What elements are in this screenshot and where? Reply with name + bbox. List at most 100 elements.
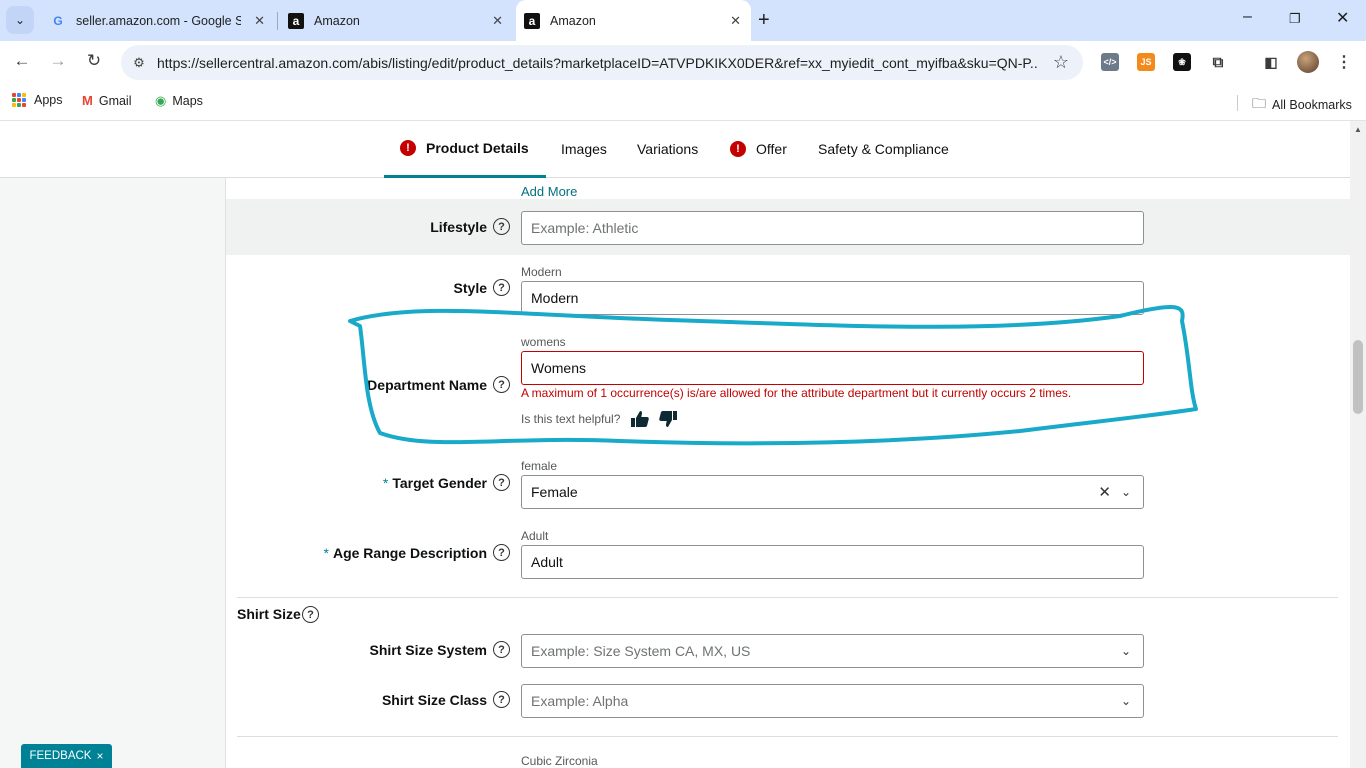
age-range-input[interactable]: Adult [521, 545, 1144, 579]
url-text[interactable]: https://sellercentral.amazon.com/abis/li… [157, 55, 1037, 71]
target-gender-value: Female [531, 484, 578, 500]
shirt-size-class-select[interactable]: Example: Alpha ⌄ [521, 684, 1144, 718]
listing-tabs: ! Product Details Images Variations ! Of… [0, 121, 1350, 178]
chevron-down-icon[interactable]: ⌄ [1121, 485, 1131, 499]
new-tab-button[interactable]: + [758, 8, 770, 32]
tab-label: Product Details [426, 140, 529, 156]
bookmark-apps[interactable]: Apps [12, 93, 63, 107]
tab-safety-compliance[interactable]: Safety & Compliance [818, 121, 949, 177]
tab-images[interactable]: Images [561, 121, 607, 177]
feedback-button[interactable]: FEEDBACK × [21, 744, 112, 768]
target-gender-select[interactable]: Female ✕ ⌄ [521, 475, 1144, 509]
close-window-icon[interactable]: ✕ [1336, 8, 1349, 28]
browser-tab-google[interactable]: G seller.amazon.com - Google Se ✕ [40, 0, 275, 41]
restore-icon[interactable]: ❐ [1289, 11, 1301, 27]
page-scrollbar[interactable]: ▲ [1350, 121, 1366, 768]
bookmark-star-icon[interactable]: ☆ [1053, 52, 1069, 73]
tab-product-details[interactable]: ! Product Details [384, 121, 546, 178]
age-range-hint: Adult [521, 529, 549, 543]
style-input[interactable]: Modern [521, 281, 1144, 315]
reload-icon[interactable]: ↻ [82, 51, 106, 71]
side-panel-icon[interactable]: ◧ [1262, 53, 1280, 71]
tab-variations[interactable]: Variations [637, 121, 698, 177]
help-icon[interactable]: ? [493, 474, 510, 491]
shirt-size-class-label: Shirt Size Class [381, 692, 487, 708]
lifestyle-input[interactable]: Example: Athletic [521, 211, 1144, 245]
department-value: Womens [531, 360, 586, 376]
scrollbar-thumb[interactable] [1353, 340, 1363, 414]
department-hint: womens [521, 335, 566, 349]
thumbs-down-icon[interactable] [658, 410, 678, 428]
helpful-feedback: Is this text helpful? [521, 410, 678, 428]
extensions-puzzle-icon[interactable]: ⧉ [1209, 53, 1227, 71]
close-tab-icon[interactable]: ✕ [730, 13, 741, 29]
help-icon[interactable]: ? [493, 376, 510, 393]
bookmark-label: Apps [34, 93, 63, 107]
listing-edit-page: ! Product Details Images Variations ! Of… [0, 121, 1350, 768]
target-gender-text: Target Gender [392, 475, 487, 491]
thumbs-up-icon[interactable] [630, 410, 650, 428]
scroll-up-icon[interactable]: ▲ [1354, 125, 1362, 134]
help-icon[interactable]: ? [493, 641, 510, 658]
section-divider [237, 736, 1338, 737]
help-icon[interactable]: ? [302, 606, 319, 623]
bookmarks-bar: Apps M Gmail ◉ Maps 🗀 All Bookmarks [0, 85, 1366, 121]
add-more-link[interactable]: Add More [521, 184, 577, 199]
age-range-label: * Age Range Description [324, 545, 487, 561]
department-name-input[interactable]: Womens [521, 351, 1144, 385]
minimize-icon[interactable]: – [1243, 8, 1252, 26]
error-alert-icon: ! [730, 141, 746, 157]
google-icon: G [53, 13, 63, 28]
profile-avatar[interactable] [1297, 51, 1319, 73]
close-tab-icon[interactable]: ✕ [492, 13, 503, 29]
tab-title: Amazon [314, 13, 360, 28]
department-error-message: A maximum of 1 occurrence(s) is/are allo… [521, 386, 1072, 400]
error-alert-icon: ! [400, 140, 416, 156]
required-mark: * [323, 545, 329, 561]
target-gender-hint: female [521, 459, 558, 473]
tab-search-button[interactable]: ⌄ [6, 6, 34, 34]
help-icon[interactable]: ? [493, 218, 510, 235]
shirt-size-section-title: Shirt Size [237, 606, 301, 622]
department-name-label: Department Name [367, 377, 487, 393]
tab-label: Offer [756, 141, 787, 157]
help-icon[interactable]: ? [493, 544, 510, 561]
close-tab-icon[interactable]: ✕ [254, 13, 265, 29]
tab-offer[interactable]: ! Offer [730, 121, 787, 177]
left-gutter [0, 178, 226, 768]
browser-tab-amazon-active[interactable]: a Amazon ✕ [516, 0, 751, 41]
gmail-icon: M [82, 93, 93, 108]
help-icon[interactable]: ? [493, 691, 510, 708]
address-bar[interactable]: ⚙ https://sellercentral.amazon.com/abis/… [121, 45, 1083, 80]
menu-kebab-icon[interactable]: ⋮ [1335, 53, 1353, 71]
help-icon[interactable]: ? [493, 279, 510, 296]
amazon-icon: a [288, 12, 304, 29]
bookmarks-divider [1237, 95, 1238, 111]
back-icon[interactable]: ← [10, 51, 34, 71]
tab-label: Variations [637, 141, 699, 157]
feedback-close-icon[interactable]: × [96, 749, 103, 763]
target-gender-label: * Target Gender [383, 475, 487, 491]
shirt-size-class-placeholder: Example: Alpha [531, 693, 629, 709]
tab-title: seller.amazon.com - Google Se [76, 13, 241, 28]
dev-extension-icon[interactable]: </> [1101, 53, 1119, 71]
clear-icon[interactable]: ✕ [1098, 483, 1111, 501]
chevron-down-icon[interactable]: ⌄ [1121, 644, 1131, 658]
lifestyle-placeholder: Example: Athletic [531, 220, 639, 236]
chevron-down-icon[interactable]: ⌄ [1121, 694, 1131, 708]
site-settings-icon[interactable]: ⚙ [129, 55, 149, 71]
chevron-down-icon: ⌄ [14, 13, 26, 27]
helpful-prompt: Is this text helpful? [521, 412, 621, 426]
js-extension-icon[interactable]: JS [1137, 53, 1155, 71]
browser-tab-amazon[interactable]: a Amazon ✕ [278, 0, 513, 41]
chatgpt-extension-icon[interactable]: ❀ [1173, 53, 1191, 71]
bookmark-gmail[interactable]: M Gmail [82, 93, 132, 108]
forward-icon[interactable]: → [46, 51, 70, 71]
tab-title: Amazon [550, 13, 596, 28]
shirt-size-system-placeholder: Example: Size System CA, MX, US [531, 643, 751, 659]
feedback-label: FEEDBACK [29, 750, 92, 762]
required-mark: * [382, 475, 389, 491]
all-bookmarks[interactable]: 🗀 All Bookmarks [1252, 93, 1352, 117]
bookmark-maps[interactable]: ◉ Maps [155, 93, 203, 109]
shirt-size-system-select[interactable]: Example: Size System CA, MX, US ⌄ [521, 634, 1144, 668]
